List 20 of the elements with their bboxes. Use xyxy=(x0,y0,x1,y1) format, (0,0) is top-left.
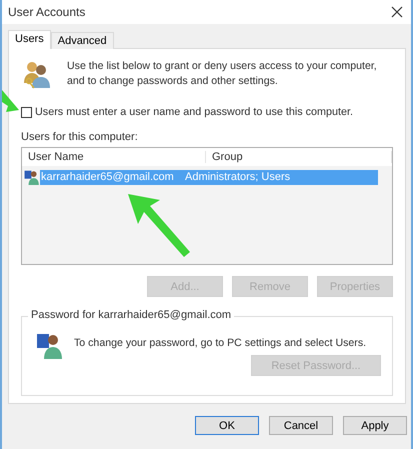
user-computer-icon xyxy=(36,331,64,359)
column-header[interactable]: Group xyxy=(206,151,392,163)
checkbox-label: Users must enter a user name and password to use this computer. xyxy=(35,106,354,118)
tab[interactable]: Users xyxy=(8,30,51,49)
dialog-button[interactable]: OK xyxy=(195,416,259,435)
tab[interactable]: Advanced xyxy=(50,32,114,49)
list-label: Users for this computer: xyxy=(21,131,139,143)
user-computer-icon xyxy=(24,169,40,185)
close-icon[interactable] xyxy=(391,6,403,18)
window-title: User Accounts xyxy=(8,5,86,19)
intro-text: Use the list below to grant or deny users access to your computer, and to change passwords and other settings. xyxy=(67,59,378,89)
group-title: Password for karrarhaider65@gmail.com xyxy=(28,309,234,321)
users-icon xyxy=(23,59,51,89)
dialog-button[interactable]: Cancel xyxy=(269,416,333,435)
checkbox[interactable] xyxy=(21,106,32,118)
password-info: To change your password, go to PC settings and select Users. xyxy=(74,337,366,349)
dialog-button[interactable]: Apply xyxy=(343,416,407,435)
pointer-arrow xyxy=(2,88,20,114)
column-header[interactable]: User Name xyxy=(22,151,206,163)
pointer-arrow xyxy=(126,192,192,258)
